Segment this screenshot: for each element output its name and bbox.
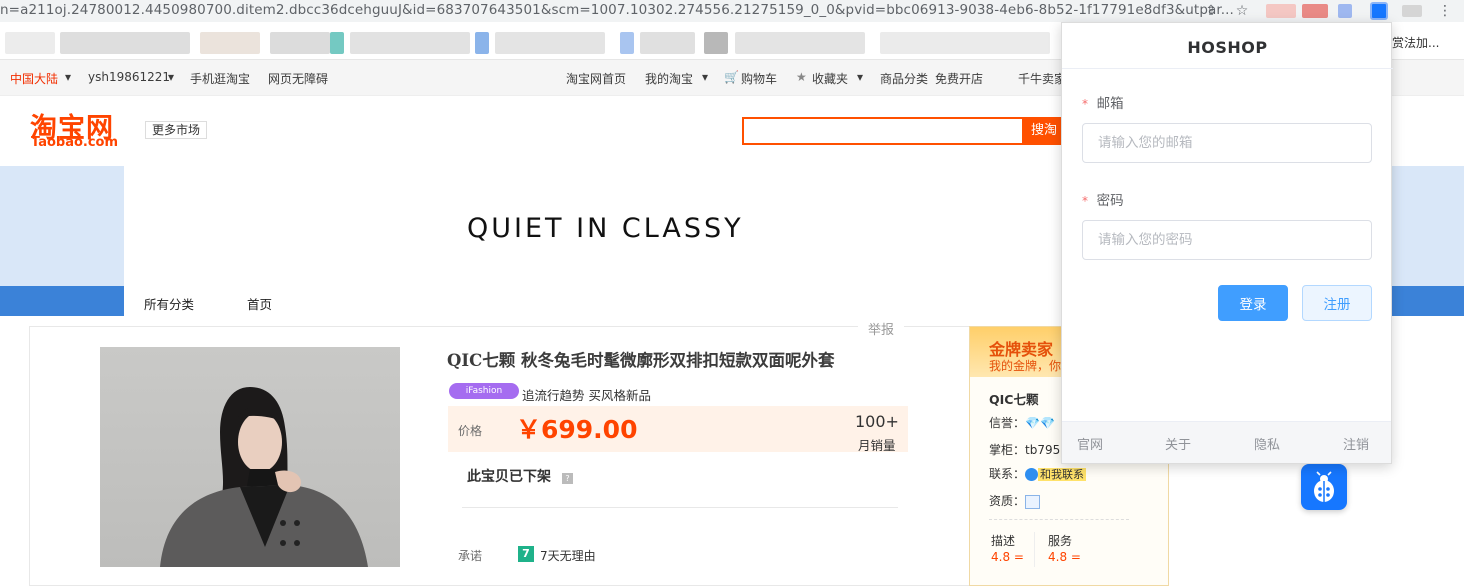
seven-day-return-icon: 7 xyxy=(518,546,534,562)
price-value: ￥699.00 xyxy=(516,415,638,444)
login-button[interactable]: 登录 xyxy=(1218,285,1288,321)
footer-about-link[interactable]: 关于 xyxy=(1165,434,1191,453)
browser-address-bar: n=a211oj.24780012.4450980700.ditem2.dbcc… xyxy=(0,0,1464,22)
search-button[interactable]: 搜淘 xyxy=(1024,117,1064,145)
model-photo-illustration xyxy=(160,387,368,567)
more-menu-icon[interactable]: ⋮ xyxy=(1436,2,1454,20)
diamond-icon[interactable]: 💎💎 xyxy=(1025,416,1055,430)
extension-icon[interactable] xyxy=(1402,5,1422,17)
favorites-link[interactable]: 收藏夹 xyxy=(812,70,848,87)
contact-seller-button[interactable]: 和我联系 xyxy=(1038,468,1087,481)
hoshop-extension-icon[interactable] xyxy=(1370,2,1388,20)
region-selector[interactable]: 中国大陆 xyxy=(10,70,58,87)
price-label: 价格 xyxy=(458,424,483,438)
promise-label: 承诺 xyxy=(458,549,483,563)
popup-title: HOSHOP xyxy=(1187,38,1268,57)
popup-footer: 官网 关于 隐私 注销 xyxy=(1062,421,1391,463)
keeper-label: 掌柜： xyxy=(989,443,1026,457)
search-input[interactable] xyxy=(742,117,1024,145)
service-rating-label: 服务 xyxy=(1048,534,1073,548)
popup-separator xyxy=(1062,68,1393,69)
footer-official-link[interactable]: 官网 xyxy=(1077,434,1103,453)
required-mark: * xyxy=(1082,97,1088,111)
seller-qualification-row: 资质： xyxy=(989,492,1041,509)
footer-logout-link[interactable]: 注销 xyxy=(1343,434,1369,453)
chevron-down-icon: ▾ xyxy=(702,70,709,84)
email-label-text: 邮箱 xyxy=(1096,96,1124,112)
rating-divider xyxy=(1034,532,1035,567)
tag-text[interactable]: 追流行趋势 买风格新品 xyxy=(522,385,651,404)
seller-credit-row: 信誉：💎💎 xyxy=(989,414,1055,431)
extension-icon[interactable] xyxy=(1338,4,1352,18)
bookmark-partial[interactable]: 赏法加... xyxy=(1392,34,1439,51)
cart-link[interactable]: 购物车 xyxy=(741,70,777,87)
more-market-link[interactable]: 更多市场 xyxy=(145,121,208,139)
email-label: * 邮箱 xyxy=(1082,92,1124,112)
monthly-sales-count: 100+ xyxy=(855,412,899,431)
shop-banner-title: QUIET IN CLASSY xyxy=(467,213,744,244)
credit-label: 信誉： xyxy=(989,416,1026,430)
taobao-home-link[interactable]: 淘宝网首页 xyxy=(566,70,626,87)
ladybug-icon xyxy=(1314,471,1334,502)
username-link[interactable]: ysh19861221 xyxy=(88,70,170,84)
product-image[interactable] xyxy=(100,347,400,567)
desc-rating-label: 描述 xyxy=(991,534,1016,548)
password-field[interactable] xyxy=(1082,220,1372,260)
shop-nav-all-categories[interactable]: 所有分类 xyxy=(144,294,194,313)
cart-icon: 🛒 xyxy=(724,70,739,84)
required-mark: * xyxy=(1082,194,1088,208)
register-button[interactable]: 注册 xyxy=(1302,285,1372,321)
categories-link[interactable]: 商品分类 xyxy=(880,70,928,87)
desc-rating-value: 4.8 = xyxy=(991,550,1024,564)
shop-name[interactable]: QIC七颗 xyxy=(989,389,1038,408)
seller-contact-row: 联系： 和我联系 xyxy=(989,465,1087,482)
bookmark-star-icon[interactable]: ☆ xyxy=(1233,2,1251,20)
open-store-link[interactable]: 免费开店 xyxy=(935,70,983,87)
report-link[interactable]: 举报 xyxy=(858,319,905,338)
qualification-label: 资质： xyxy=(989,494,1026,508)
off-shelf-status: 此宝贝已下架 xyxy=(467,469,551,485)
help-icon[interactable]: ? xyxy=(562,473,573,484)
ifashion-tag: iFashion xyxy=(449,383,519,399)
monthly-sales-label: 月销量 xyxy=(858,438,896,453)
url-text[interactable]: n=a211oj.24780012.4450980700.ditem2.dbcc… xyxy=(0,2,1234,18)
footer-privacy-link[interactable]: 隐私 xyxy=(1254,434,1280,453)
gold-seller-subtitle: 我的金牌，你 xyxy=(989,359,1062,373)
share-icon[interactable]: ⇪ xyxy=(1202,2,1220,20)
shop-nav: 所有分类 首页 xyxy=(124,286,1062,316)
seller-keeper-row: 掌柜：tb7959 xyxy=(989,441,1068,458)
chevron-down-icon: ▾ xyxy=(168,70,175,84)
qianniu-link[interactable]: 千牛卖家 xyxy=(1018,70,1066,87)
license-icon[interactable] xyxy=(1025,494,1041,509)
my-taobao-link[interactable]: 我的淘宝 xyxy=(645,70,693,87)
contact-label: 联系： xyxy=(989,467,1026,481)
taobao-logo-en[interactable]: Taobao.com xyxy=(31,135,118,150)
extension-icon[interactable] xyxy=(1266,4,1296,18)
password-label: * 密码 xyxy=(1082,189,1124,209)
product-title: QIC七颗 秋冬兔毛时髦微廓形双排扣短款双面呢外套 xyxy=(447,351,835,370)
extension-icon[interactable] xyxy=(1302,4,1328,18)
hoshop-popup: HOSHOP * 邮箱 * 密码 登录 注册 官网 关于 隐私 注销 xyxy=(1061,22,1393,464)
star-icon: ★ xyxy=(796,70,807,84)
accessible-link[interactable]: 网页无障碍 xyxy=(268,70,328,87)
service-rating-value: 4.8 = xyxy=(1048,550,1081,564)
mobile-link[interactable]: 手机逛淘宝 xyxy=(190,70,250,87)
seven-day-return-text[interactable]: 7天无理由 xyxy=(540,547,596,564)
wangwang-icon[interactable] xyxy=(1025,468,1039,481)
hoshop-float-button[interactable] xyxy=(1301,464,1347,510)
seller-divider xyxy=(989,519,1129,520)
shop-nav-home[interactable]: 首页 xyxy=(247,294,272,313)
chevron-down-icon: ▾ xyxy=(857,70,864,84)
chevron-down-icon: ▾ xyxy=(65,70,72,84)
divider xyxy=(462,507,898,508)
password-label-text: 密码 xyxy=(1096,193,1124,209)
email-field[interactable] xyxy=(1082,123,1372,163)
